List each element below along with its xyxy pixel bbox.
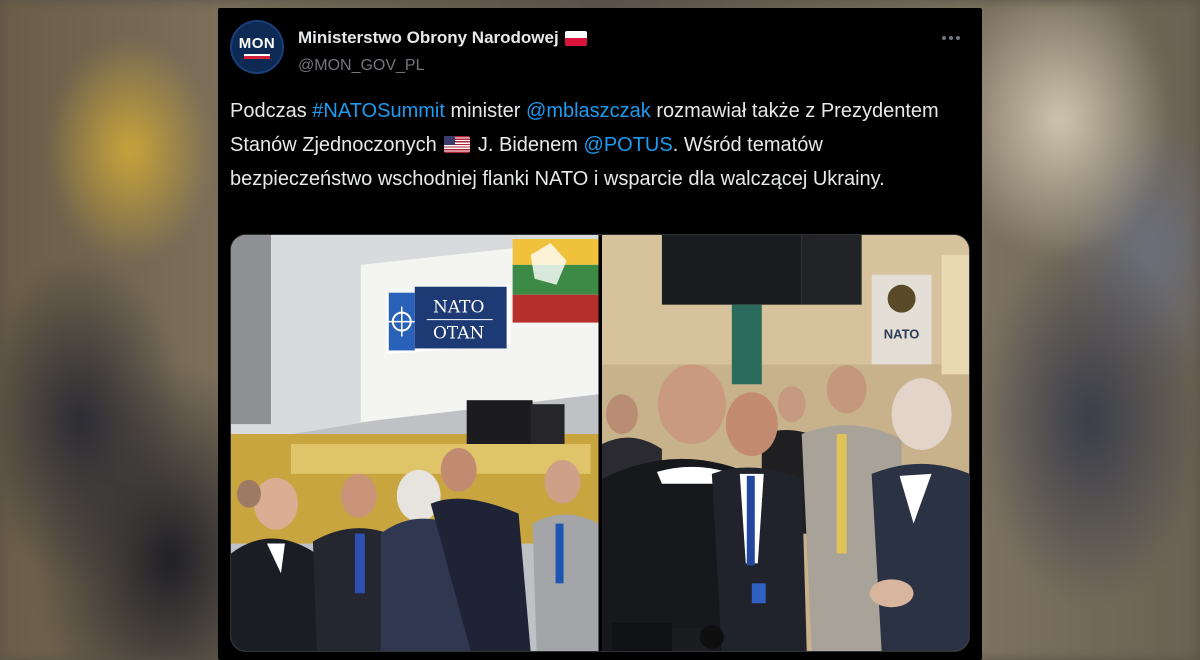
text-segment: Podczas bbox=[230, 100, 313, 122]
name-row: Ministerstwo Obrony Narodowej bbox=[298, 28, 587, 48]
photo-2-image: NATO bbox=[601, 235, 969, 651]
avatar-stripe bbox=[244, 54, 270, 59]
mention-link[interactable]: @mblaszczak bbox=[526, 100, 651, 122]
text-segment: J. Bidenem bbox=[472, 134, 584, 156]
account-handle[interactable]: @MON_GOV_PL bbox=[298, 57, 425, 75]
mention-link[interactable]: @POTUS bbox=[584, 134, 673, 156]
banner-text-nato: NATO bbox=[433, 297, 484, 317]
poland-flag-icon bbox=[564, 30, 587, 46]
avatar[interactable]: MON bbox=[230, 20, 284, 74]
photo-1-image: NATO OTAN bbox=[231, 235, 599, 651]
more-horizontal-icon bbox=[942, 36, 946, 40]
more-options-button[interactable] bbox=[936, 26, 966, 50]
tweet-text: Podczas #NATOSummit minister @mblaszczak… bbox=[230, 94, 970, 196]
avatar-text: MON bbox=[238, 35, 276, 52]
photo-nato-banner[interactable]: NATO OTAN bbox=[231, 235, 599, 651]
banner-text-otan: OTAN bbox=[433, 323, 485, 343]
photo-meeting[interactable]: NATO bbox=[601, 235, 969, 651]
media-grid: NATO OTAN NATO bbox=[230, 234, 970, 652]
us-flag-emoji bbox=[444, 136, 471, 153]
tweet-card[interactable]: MON Ministerstwo Obrony Narodowej @MON_G… bbox=[218, 8, 982, 660]
sign-text-nato: NATO bbox=[883, 327, 919, 342]
tweet-header: MON Ministerstwo Obrony Narodowej @MON_G… bbox=[230, 20, 970, 80]
text-segment: minister bbox=[444, 100, 527, 122]
display-name[interactable]: Ministerstwo Obrony Narodowej bbox=[298, 28, 559, 48]
hashtag-link[interactable]: #NATOSummit bbox=[312, 100, 445, 122]
